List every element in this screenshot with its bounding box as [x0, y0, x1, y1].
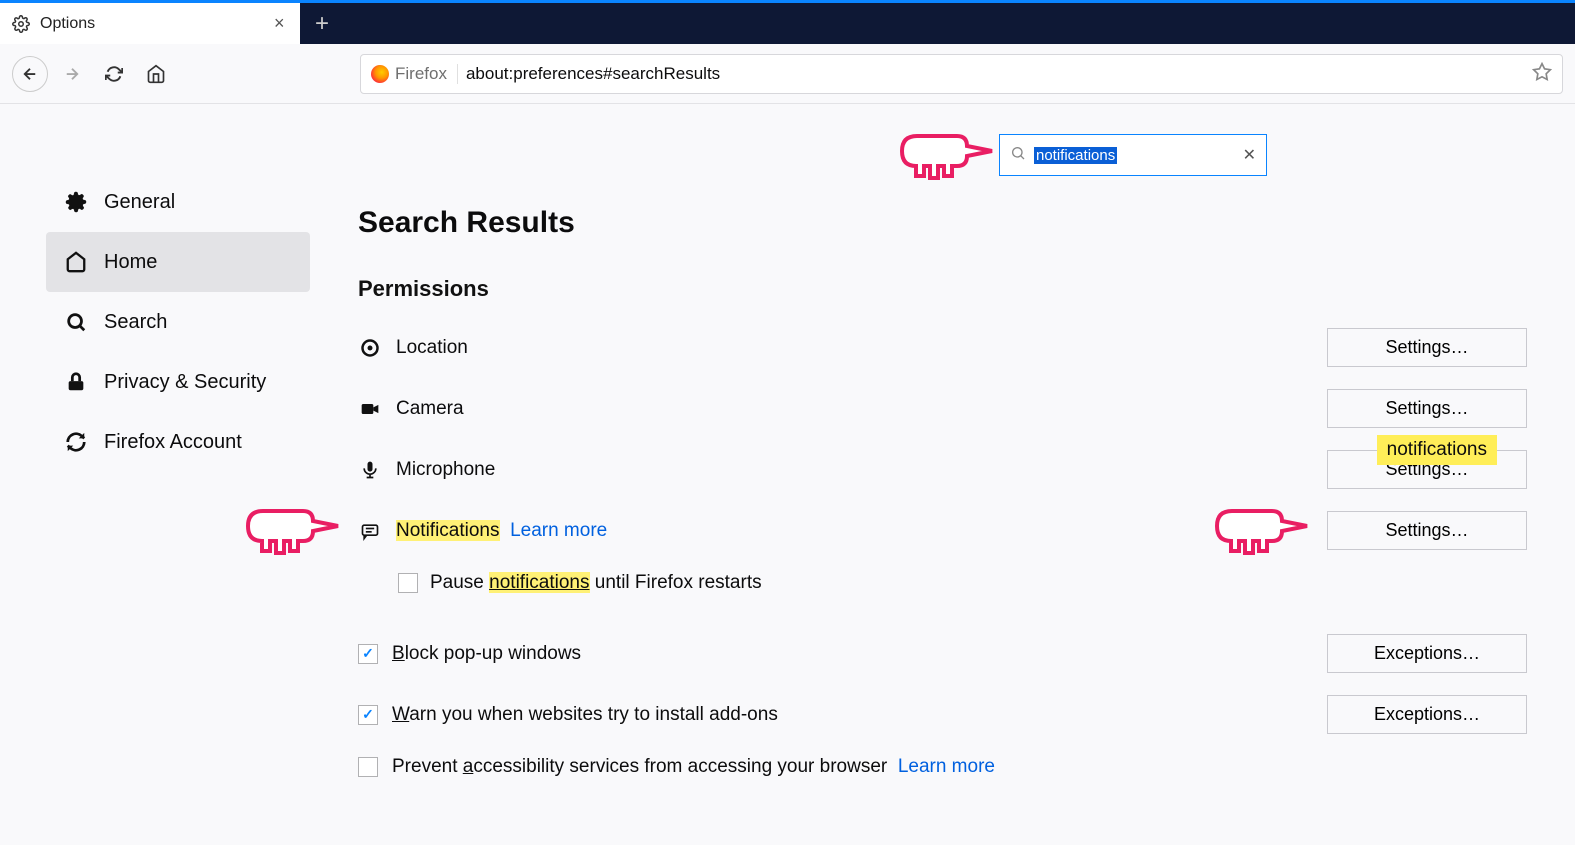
pause-highlight: notifications	[489, 572, 589, 593]
a11y-row: Prevent accessibility services from acce…	[358, 756, 1527, 778]
sidebar-label: General	[104, 191, 175, 214]
reload-button[interactable]	[96, 56, 132, 92]
warn-addons-checkbox[interactable]	[358, 705, 378, 725]
home-icon	[64, 251, 88, 273]
clear-search-icon[interactable]: ✕	[1243, 145, 1256, 165]
location-settings-button[interactable]: Settings…	[1327, 328, 1527, 367]
microphone-label: Microphone	[396, 459, 1313, 481]
block-popups-checkbox[interactable]	[358, 644, 378, 664]
warn-addons-label: Warn you when websites try to install ad…	[392, 704, 1313, 726]
url-text: about:preferences#searchResults	[466, 64, 1524, 84]
bookmark-star-icon[interactable]	[1532, 62, 1552, 86]
notifications-label-wrap: Notifications Learn more	[396, 520, 1313, 542]
a11y-learn-more-link[interactable]: Learn more	[898, 756, 995, 777]
camera-icon	[358, 399, 382, 419]
location-icon	[358, 338, 382, 358]
nav-toolbar: Firefox about:preferences#searchResults	[0, 44, 1575, 104]
perm-row-notifications: Notifications Learn more Settings…	[358, 511, 1527, 550]
forward-button[interactable]	[54, 56, 90, 92]
close-icon[interactable]: ×	[274, 13, 288, 34]
a11y-checkbox[interactable]	[358, 757, 378, 777]
annotation-hand-icon	[897, 126, 997, 181]
new-tab-button[interactable]: +	[300, 3, 344, 44]
notifications-settings-button[interactable]: Settings…	[1327, 511, 1527, 550]
notifications-learn-more-link[interactable]: Learn more	[510, 520, 607, 541]
tab-title: Options	[40, 15, 264, 33]
camera-settings-button[interactable]: Settings…	[1327, 389, 1527, 428]
search-icon	[64, 311, 88, 333]
sidebar-item-general[interactable]: General	[46, 172, 310, 232]
warn-addons-exceptions-button[interactable]: Exceptions…	[1327, 695, 1527, 734]
location-label: Location	[396, 337, 1313, 359]
search-value: notifications	[1034, 147, 1117, 164]
notification-icon	[358, 521, 382, 541]
sidebar-item-privacy[interactable]: Privacy & Security	[46, 352, 310, 412]
sidebar-label: Search	[104, 311, 167, 334]
lock-icon	[64, 371, 88, 393]
sidebar-label: Firefox Account	[104, 431, 242, 454]
sidebar-item-search[interactable]: Search	[46, 292, 310, 352]
pause-notifications-checkbox[interactable]	[398, 573, 418, 593]
block-popups-row: Block pop-up windows Exceptions…	[358, 634, 1527, 673]
search-icon	[1010, 145, 1026, 165]
gear-icon	[12, 15, 30, 33]
sync-icon	[64, 431, 88, 453]
sidebar-item-home[interactable]: Home	[46, 232, 310, 292]
pause-notifications-checkbox-row: Pause notifications until Firefox restar…	[398, 572, 1527, 594]
firefox-icon	[371, 65, 389, 83]
perm-row-location: Location Settings…	[358, 328, 1527, 367]
section-title: Permissions	[358, 276, 1527, 302]
preferences-search-input[interactable]: notifications ✕	[999, 134, 1267, 176]
tab-options[interactable]: Options ×	[0, 3, 300, 44]
preferences-content: notifications ✕ Search Results Permissio…	[310, 134, 1575, 800]
identity-box[interactable]: Firefox	[371, 64, 458, 84]
identity-label: Firefox	[395, 64, 447, 84]
notifications-label: Notifications	[396, 520, 500, 541]
preferences-sidebar: General Home Search Privacy & Security F…	[0, 134, 310, 800]
search-tooltip: notifications	[1377, 435, 1497, 465]
pause-notifications-label: Pause notifications until Firefox restar…	[430, 572, 762, 594]
home-button[interactable]	[138, 56, 174, 92]
sidebar-item-account[interactable]: Firefox Account	[46, 412, 310, 472]
page-title: Search Results	[358, 206, 1527, 240]
perm-row-microphone: Microphone Settings… notifications	[358, 450, 1527, 489]
microphone-icon	[358, 460, 382, 480]
perm-row-camera: Camera Settings…	[358, 389, 1527, 428]
block-popups-exceptions-button[interactable]: Exceptions…	[1327, 634, 1527, 673]
back-button[interactable]	[12, 56, 48, 92]
url-bar[interactable]: Firefox about:preferences#searchResults	[360, 54, 1563, 94]
gear-icon	[64, 191, 88, 213]
tab-strip: Options × +	[0, 0, 1575, 44]
a11y-label: Prevent accessibility services from acce…	[392, 756, 1527, 778]
sidebar-label: Home	[104, 251, 157, 274]
block-popups-label: Block pop-up windows	[392, 643, 1313, 665]
camera-label: Camera	[396, 398, 1313, 420]
warn-addons-row: Warn you when websites try to install ad…	[358, 695, 1527, 734]
sidebar-label: Privacy & Security	[104, 371, 266, 394]
